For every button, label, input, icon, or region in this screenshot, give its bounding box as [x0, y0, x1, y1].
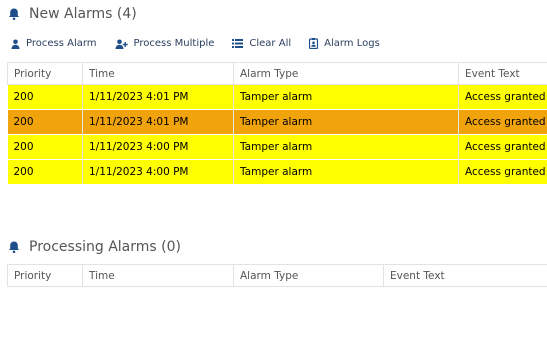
- column-header-priority[interactable]: Priority: [7, 62, 83, 85]
- user-icon: [11, 39, 20, 49]
- clear-all-button[interactable]: Clear All: [232, 38, 291, 49]
- column-header-time[interactable]: Time: [82, 264, 234, 287]
- alarm-toolbar: Process Alarm Process Multiple Clear All…: [11, 38, 398, 49]
- process-multiple-button[interactable]: Process Multiple: [115, 38, 215, 49]
- table-row[interactable]: 200 1/11/2023 4:01 PM Tamper alarm Acces…: [7, 84, 547, 110]
- process-alarm-button[interactable]: Process Alarm: [11, 38, 97, 49]
- process-multiple-label: Process Multiple: [133, 38, 215, 49]
- table-header-row: Priority Time Alarm Type Event Text: [7, 62, 547, 85]
- event-text-cell: Access granted: [458, 134, 547, 160]
- priority-cell: 200: [7, 84, 83, 110]
- processing-alarms-title: Processing Alarms (0): [29, 239, 181, 255]
- alarm-type-cell: Tamper alarm: [233, 109, 459, 135]
- column-header-time[interactable]: Time: [82, 62, 234, 85]
- users-plus-icon: [115, 39, 128, 49]
- priority-cell: 200: [7, 159, 83, 185]
- table-row[interactable]: 200 1/11/2023 4:00 PM Tamper alarm Acces…: [7, 159, 547, 185]
- time-cell: 1/11/2023 4:01 PM: [82, 109, 234, 135]
- table-row[interactable]: 200 1/11/2023 4:01 PM Tamper alarm Acces…: [7, 109, 547, 135]
- alarm-type-cell: Tamper alarm: [233, 159, 459, 185]
- time-cell: 1/11/2023 4:00 PM: [82, 159, 234, 185]
- processing-alarms-table: Priority Time Alarm Type Event Text: [7, 264, 547, 287]
- event-text-cell: Access granted: [458, 159, 547, 185]
- column-header-event-text[interactable]: Event Text: [383, 264, 547, 287]
- priority-cell: 200: [7, 134, 83, 160]
- column-header-event-text[interactable]: Event Text: [458, 62, 547, 85]
- table-row[interactable]: 200 1/11/2023 4:00 PM Tamper alarm Acces…: [7, 134, 547, 160]
- alarm-logs-button[interactable]: Alarm Logs: [309, 38, 380, 49]
- column-header-alarm-type[interactable]: Alarm Type: [233, 264, 384, 287]
- column-header-priority[interactable]: Priority: [7, 264, 83, 287]
- clear-all-label: Clear All: [249, 38, 292, 49]
- alarm-type-cell: Tamper alarm: [233, 84, 459, 110]
- bell-icon: [9, 8, 19, 21]
- id-badge-icon: [309, 38, 319, 49]
- new-alarms-header: New Alarms (4): [7, 6, 137, 22]
- alarm-type-cell: Tamper alarm: [233, 134, 459, 160]
- event-text-cell: Access granted: [458, 84, 547, 110]
- list-icon: [232, 39, 244, 48]
- column-header-alarm-type[interactable]: Alarm Type: [233, 62, 459, 85]
- bell-icon: [9, 241, 19, 254]
- new-alarms-title: New Alarms (4): [29, 6, 137, 22]
- processing-alarms-header: Processing Alarms (0): [7, 239, 181, 255]
- process-alarm-label: Process Alarm: [26, 38, 97, 49]
- new-alarms-table: Priority Time Alarm Type Event Text 200 …: [7, 62, 547, 185]
- time-cell: 1/11/2023 4:00 PM: [82, 134, 234, 160]
- alarm-logs-label: Alarm Logs: [324, 38, 380, 49]
- time-cell: 1/11/2023 4:01 PM: [82, 84, 234, 110]
- table-header-row: Priority Time Alarm Type Event Text: [7, 264, 547, 287]
- priority-cell: 200: [7, 109, 83, 135]
- event-text-cell: Access granted: [458, 109, 547, 135]
